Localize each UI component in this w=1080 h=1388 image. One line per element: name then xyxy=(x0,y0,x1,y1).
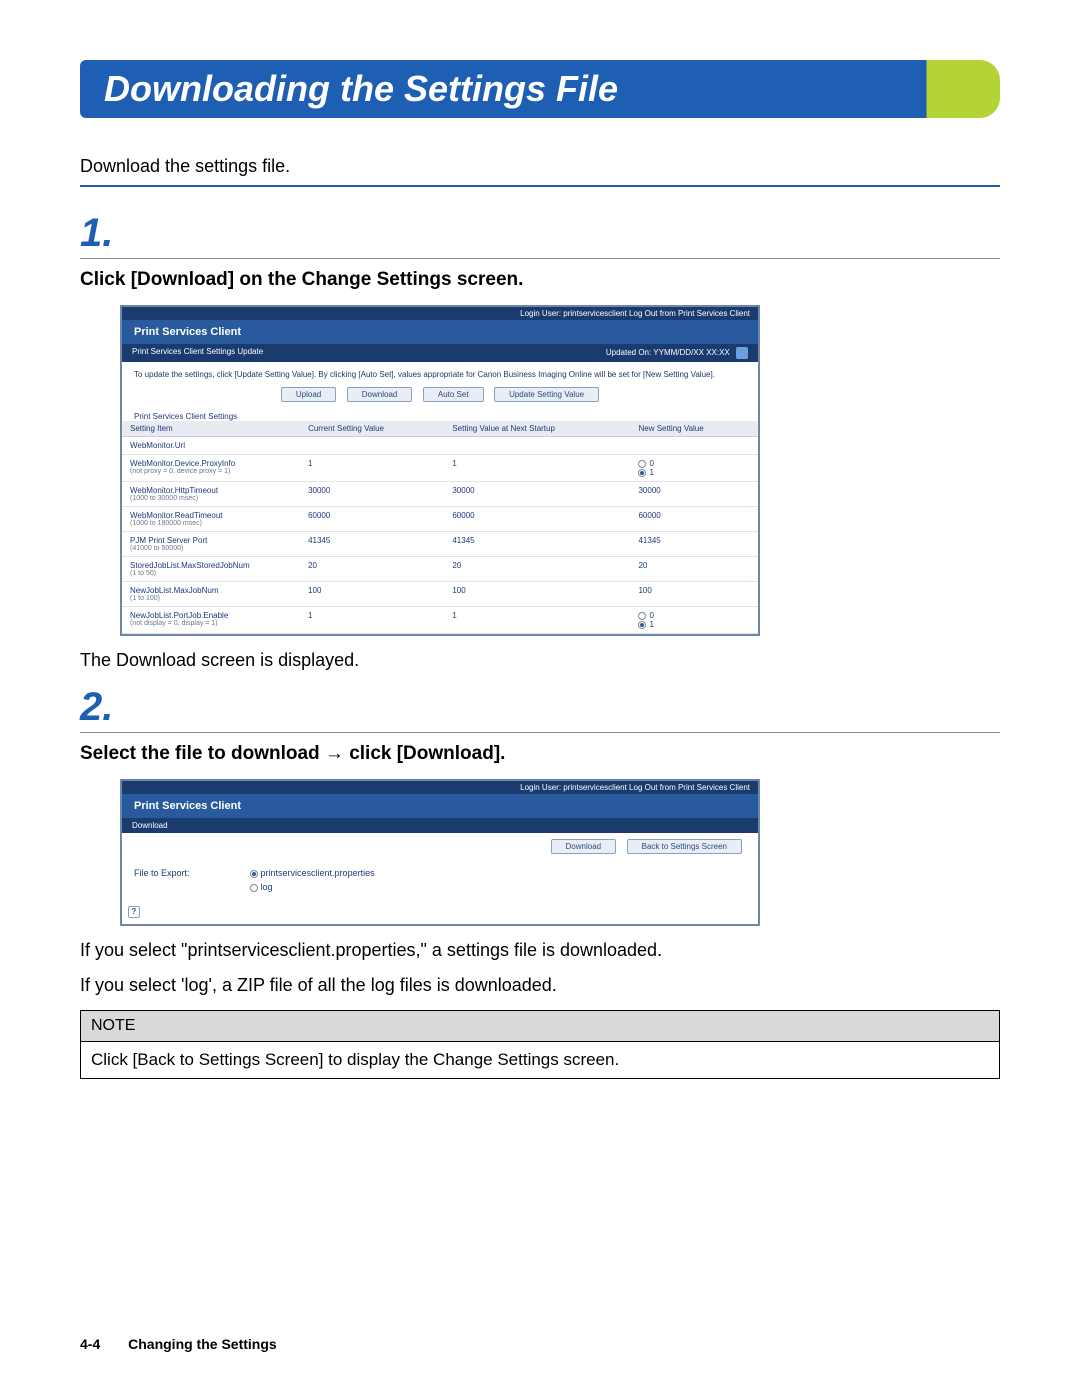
table-row: NewJobList.MaxJobNum(1 to 100)100100100 xyxy=(122,582,758,607)
ss1-button-row: Upload Download Auto Set Update Setting … xyxy=(122,383,758,410)
step-2-after-1: If you select "printservicesclient.prope… xyxy=(80,940,1000,961)
radio-icon xyxy=(250,884,258,892)
settings-table: Setting Item Current Setting Value Setti… xyxy=(122,421,758,634)
ss2-subbar: Download xyxy=(122,818,758,833)
page-footer: 4-4 Changing the Settings xyxy=(80,1336,277,1352)
table-row: WebMonitor.HttpTimeout(1000 to 30000 mse… xyxy=(122,482,758,507)
download-screenshot: Login User: printservicesclient Log Out … xyxy=(120,779,760,926)
intro-text: Download the settings file. xyxy=(80,156,1000,177)
table-row: WebMonitor.Device.ProxyInfo(not proxy = … xyxy=(122,455,758,482)
step-2-after-2: If you select 'log', a ZIP file of all t… xyxy=(80,975,1000,996)
col-next: Setting Value at Next Startup xyxy=(444,421,630,437)
ss1-updated: Updated On: YYMM/DD/XX XX:XX xyxy=(606,347,748,359)
help-icon[interactable]: ? xyxy=(128,906,140,918)
ss1-section: Print Services Client Settings xyxy=(122,412,758,421)
table-row: WebMonitor.ReadTimeout(1000 to 180000 ms… xyxy=(122,507,758,532)
col-current: Current Setting Value xyxy=(300,421,444,437)
table-row: PJM Print Server Port(41000 to 50000)413… xyxy=(122,532,758,557)
note-box: NOTE Click [Back to Settings Screen] to … xyxy=(80,1010,1000,1079)
ss1-header: Print Services Client xyxy=(122,320,758,344)
step-1-number: 1. xyxy=(80,211,1000,256)
table-row: NewJobList.PortJob.Enable(not display = … xyxy=(122,607,758,634)
page-title: Downloading the Settings File xyxy=(104,68,976,110)
ss1-subbar: Print Services Client Settings Update Up… xyxy=(122,344,758,362)
refresh-icon[interactable] xyxy=(736,347,748,359)
option-log[interactable]: log xyxy=(250,882,375,892)
step-1-title: Click [Download] on the Change Settings … xyxy=(80,269,1000,291)
step-2-divider xyxy=(80,732,1000,733)
table-row: StoredJobList.MaxStoredJobNum(1 to 50)20… xyxy=(122,557,758,582)
ss2-button-row: Download Back to Settings Screen xyxy=(122,833,758,862)
page-number: 4-4 xyxy=(80,1336,100,1352)
ss2-download-button[interactable]: Download xyxy=(551,839,617,854)
radio-icon xyxy=(250,870,258,878)
note-body: Click [Back to Settings Screen] to displ… xyxy=(81,1042,999,1078)
option-properties[interactable]: printservicesclient.properties xyxy=(250,868,375,878)
ss2-header: Print Services Client xyxy=(122,794,758,818)
chapter-title: Changing the Settings xyxy=(128,1336,277,1352)
step-2-number: 2. xyxy=(80,685,1000,730)
ss1-topbar: Login User: printservicesclient Log Out … xyxy=(122,307,758,320)
update-button[interactable]: Update Setting Value xyxy=(494,387,599,402)
ss1-subbar-left: Print Services Client Settings Update xyxy=(132,347,263,359)
divider xyxy=(80,185,1000,187)
file-export-label: File to Export: xyxy=(134,868,190,892)
page-title-banner: Downloading the Settings File xyxy=(80,60,1000,118)
ss1-note: To update the settings, click [Update Se… xyxy=(122,362,758,383)
col-setting-item: Setting Item xyxy=(122,421,300,437)
col-new: New Setting Value xyxy=(630,421,758,437)
ss2-subheader: Download xyxy=(132,821,168,830)
autoset-button[interactable]: Auto Set xyxy=(423,387,484,402)
note-head: NOTE xyxy=(81,1011,999,1042)
table-row: WebMonitor.Url xyxy=(122,437,758,455)
upload-button[interactable]: Upload xyxy=(281,387,336,402)
step-1-after: The Download screen is displayed. xyxy=(80,650,1000,671)
download-button[interactable]: Download xyxy=(347,387,413,402)
step-2-title: Select the file to download → click [Dow… xyxy=(80,743,1000,765)
step-1-divider xyxy=(80,258,1000,259)
ss2-topbar: Login User: printservicesclient Log Out … xyxy=(122,781,758,794)
back-button[interactable]: Back to Settings Screen xyxy=(627,839,742,854)
change-settings-screenshot: Login User: printservicesclient Log Out … xyxy=(120,305,760,636)
